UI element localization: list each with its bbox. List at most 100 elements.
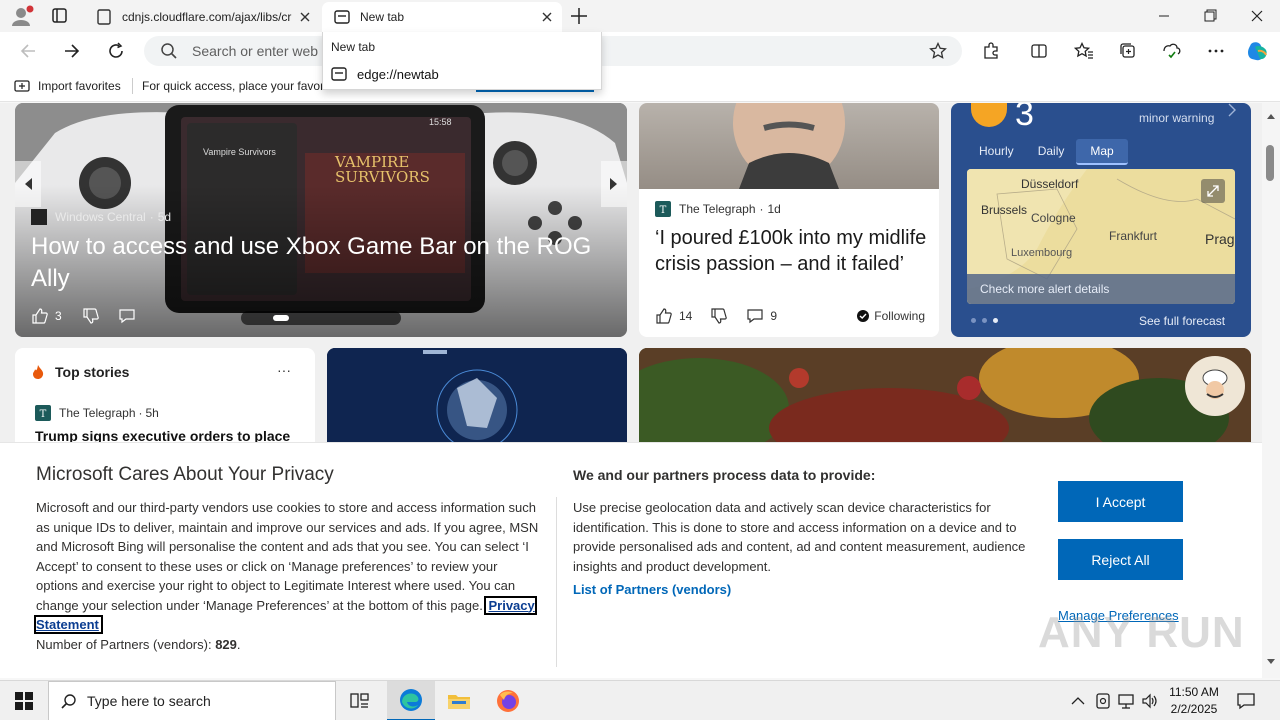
hero-title[interactable]: How to access and use Xbox Game Bar on t… xyxy=(31,231,611,295)
map-city: Düsseldorf xyxy=(1021,177,1079,191)
accept-button[interactable]: I Accept xyxy=(1058,481,1183,522)
tab-actions-icon[interactable] xyxy=(48,6,72,26)
check-icon xyxy=(857,310,870,322)
show-hidden-icons[interactable] xyxy=(1070,693,1086,709)
carousel-pager[interactable] xyxy=(241,311,401,325)
close-window-icon[interactable] xyxy=(1243,6,1271,26)
back-icon[interactable] xyxy=(12,35,44,67)
taskbar-search-placeholder: Type here to search xyxy=(87,693,211,709)
profile-icon[interactable] xyxy=(8,4,36,28)
forward-icon[interactable] xyxy=(56,35,88,67)
tab-new-tab[interactable]: New tab xyxy=(322,2,562,32)
search-icon xyxy=(61,693,77,709)
source-separator: · xyxy=(138,406,143,420)
like-count: 14 xyxy=(679,309,693,323)
purposes-text: Use precise geolocation data and activel… xyxy=(573,500,1026,574)
chef-avatar-icon[interactable] xyxy=(1185,356,1245,416)
carousel-pager-active xyxy=(273,315,289,321)
dislike-icon[interactable] xyxy=(710,307,728,325)
firefox-icon[interactable] xyxy=(484,681,532,720)
import-favorites-link[interactable]: Import favorites xyxy=(38,79,121,93)
carousel-prev-button[interactable] xyxy=(15,161,41,207)
more-options-icon[interactable]: ··· xyxy=(277,362,291,378)
taskbar-search-box[interactable]: Type here to search xyxy=(48,681,336,720)
copilot-icon[interactable] xyxy=(1242,35,1274,67)
telegraph-article-card[interactable]: T The Telegraph · 1d ‘I poured £100k int… xyxy=(639,103,939,337)
partners-label: Number of Partners (vendors): xyxy=(36,636,212,652)
sun-icon xyxy=(971,103,1007,127)
network-icon[interactable] xyxy=(1117,692,1135,710)
article-photo xyxy=(639,103,939,189)
map-city: Prag xyxy=(1205,231,1235,247)
volume-icon[interactable] xyxy=(1141,692,1159,710)
privacy-body-text: Microsoft and our third-party vendors us… xyxy=(36,500,539,613)
source-age: 1d xyxy=(767,202,781,216)
favorites-icon[interactable] xyxy=(1068,35,1100,67)
security-tray-icon[interactable] xyxy=(1094,692,1112,710)
collections-icon[interactable] xyxy=(1112,35,1144,67)
tab-cdnjs[interactable]: cdnjs.cloudflare.com/ajax/libs/cr xyxy=(86,2,320,32)
windows-taskbar: Type here to search 11:50 AM 2/2/2025 xyxy=(0,680,1280,720)
notifications-icon[interactable] xyxy=(1236,691,1256,711)
newtab-icon xyxy=(334,9,350,25)
tab-title: cdnjs.cloudflare.com/ajax/libs/cr xyxy=(122,10,292,24)
split-screen-icon[interactable] xyxy=(1023,35,1055,67)
hover-card-title: New tab xyxy=(331,40,376,54)
hover-card-url[interactable]: edge://newtab xyxy=(331,66,439,82)
partners-list-link[interactable]: List of Partners (vendors) xyxy=(573,582,731,597)
hero-reactions: 3 xyxy=(31,307,136,325)
telegraph-logo-icon: T xyxy=(35,405,51,421)
full-forecast-link[interactable]: See full forecast xyxy=(1139,314,1225,328)
like-icon[interactable] xyxy=(31,307,49,325)
start-button[interactable] xyxy=(0,681,48,720)
svg-text:T: T xyxy=(660,205,667,216)
extensions-icon[interactable] xyxy=(975,35,1007,67)
browser-essentials-icon[interactable] xyxy=(1156,35,1188,67)
reject-all-button[interactable]: Reject All xyxy=(1058,539,1183,580)
comment-icon[interactable] xyxy=(746,307,764,325)
like-icon[interactable] xyxy=(655,307,673,325)
close-tab-icon[interactable] xyxy=(536,6,558,28)
restore-icon[interactable] xyxy=(1196,6,1224,26)
hover-card-url-text: edge://newtab xyxy=(357,66,439,82)
dislike-icon[interactable] xyxy=(82,307,100,325)
article-title[interactable]: ‘I poured £100k into my midlife crisis p… xyxy=(655,225,927,277)
svg-text:T: T xyxy=(40,409,47,420)
close-tab-icon[interactable] xyxy=(294,6,316,28)
source-separator: · xyxy=(759,202,764,216)
expand-map-icon[interactable] xyxy=(1201,179,1225,203)
telegraph-logo-icon: T xyxy=(655,201,671,217)
weather-next-icon[interactable] xyxy=(1227,103,1237,117)
tab-strip: cdnjs.cloudflare.com/ajax/libs/cr New ta… xyxy=(0,0,1280,32)
tab-map[interactable]: Map xyxy=(1076,139,1128,165)
pager-dot-active xyxy=(993,318,998,323)
hero-article-card[interactable]: Vampire Survivors VAMPIRE SURVIVORS 15:5… xyxy=(15,103,627,337)
refresh-icon[interactable] xyxy=(100,35,132,67)
following-badge[interactable]: Following xyxy=(857,309,925,323)
carousel-next-button[interactable] xyxy=(601,161,627,207)
privacy-title: Microsoft Cares About Your Privacy xyxy=(36,464,334,485)
hero-source-name: Windows Central xyxy=(55,210,146,224)
page-icon xyxy=(96,9,112,25)
minimize-icon[interactable] xyxy=(1150,6,1178,26)
weather-warning[interactable]: minor warning xyxy=(1139,111,1214,125)
tab-title: New tab xyxy=(360,10,405,24)
favorite-star-icon[interactable] xyxy=(922,35,954,67)
weather-tabs: Hourly Daily Map xyxy=(967,139,1128,165)
article-reactions: 14 9 Following xyxy=(655,307,925,325)
file-explorer-icon[interactable] xyxy=(435,681,483,720)
more-menu-icon[interactable] xyxy=(1200,35,1232,67)
weather-card[interactable]: 3 minor warning Hourly Daily Map Düsseld… xyxy=(951,103,1251,337)
taskbar-clock[interactable]: 11:50 AM 2/2/2025 xyxy=(1168,684,1220,718)
edge-taskbar-icon[interactable] xyxy=(387,681,435,720)
task-view-icon[interactable] xyxy=(336,681,384,720)
new-tab-plus-icon[interactable] xyxy=(568,5,590,27)
purposes-heading: We and our partners process data to prov… xyxy=(573,467,876,483)
weather-pager[interactable] xyxy=(971,318,998,323)
alert-details-link[interactable]: Check more alert details xyxy=(980,282,1109,296)
source-name: The Telegraph xyxy=(59,406,136,420)
tab-daily[interactable]: Daily xyxy=(1026,139,1077,165)
page-scrollbar[interactable] xyxy=(1262,103,1280,678)
comment-icon[interactable] xyxy=(118,307,136,325)
tab-hourly[interactable]: Hourly xyxy=(967,139,1026,165)
